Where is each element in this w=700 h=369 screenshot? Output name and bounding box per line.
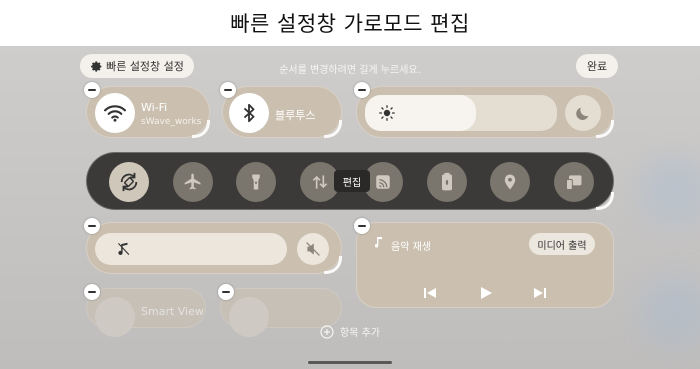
music-note-icon bbox=[375, 237, 383, 248]
device-button[interactable] bbox=[554, 162, 594, 202]
page-title: 빠른 설정창 가로모드 편집 bbox=[230, 12, 470, 36]
remove-media-button[interactable] bbox=[354, 218, 370, 234]
media-output-button[interactable]: 미디어 출력 bbox=[529, 233, 595, 255]
edge-glow bbox=[640, 276, 700, 346]
data-transfer-icon bbox=[310, 172, 330, 192]
media-tile: 음악 재생 미디어 출력 bbox=[356, 222, 614, 308]
remove-bluetooth-button[interactable] bbox=[220, 82, 236, 98]
resize-handle[interactable] bbox=[324, 256, 342, 274]
smart-view-title: Smart View bbox=[141, 305, 204, 318]
edit-tooltip: 편집 bbox=[334, 170, 370, 192]
resize-handle[interactable] bbox=[596, 120, 614, 138]
wifi-title: Wi-Fi bbox=[141, 101, 168, 114]
wifi-toggle[interactable] bbox=[95, 93, 135, 133]
resize-handle[interactable] bbox=[596, 192, 614, 210]
media-title: 음악 재생 bbox=[391, 242, 431, 253]
partial-tile[interactable] bbox=[220, 288, 342, 337]
brightness-slider[interactable] bbox=[365, 95, 557, 131]
volume-mute-icon bbox=[306, 242, 320, 256]
add-item-label: 항목 추가 bbox=[340, 328, 380, 339]
device-icon bbox=[564, 172, 584, 192]
music-muted-icon bbox=[117, 242, 130, 255]
quick-panel-edit-screen: 빠른 설정창 설정 순서를 변경하려면 길게 누르세요. 완료 Wi-Fi sW… bbox=[0, 46, 700, 369]
remove-wifi-button[interactable] bbox=[84, 82, 100, 98]
smart-view-tile[interactable]: Smart View bbox=[86, 288, 206, 337]
bluetooth-icon bbox=[243, 103, 255, 123]
page-header: 빠른 설정창 가로모드 편집 bbox=[0, 0, 700, 46]
brightness-icon bbox=[379, 105, 395, 121]
volume-slider[interactable] bbox=[95, 233, 287, 265]
flashlight-button[interactable] bbox=[236, 162, 276, 202]
play-icon[interactable] bbox=[479, 286, 493, 300]
next-track-icon[interactable] bbox=[533, 286, 547, 300]
auto-rotate-icon bbox=[118, 171, 140, 193]
bluetooth-title: 블루투스 bbox=[275, 109, 316, 122]
moon-icon bbox=[576, 107, 589, 120]
resize-handle[interactable] bbox=[192, 120, 210, 138]
battery-saver-icon bbox=[439, 172, 455, 192]
smart-view-toggle[interactable] bbox=[95, 297, 135, 337]
add-item-button[interactable]: 항목 추가 bbox=[320, 324, 380, 339]
remove-brightness-button[interactable] bbox=[354, 82, 370, 98]
home-indicator bbox=[308, 361, 392, 364]
auto-rotate-button[interactable] bbox=[109, 162, 149, 202]
resize-handle[interactable] bbox=[324, 120, 342, 138]
location-button[interactable] bbox=[490, 162, 530, 202]
airplane-icon bbox=[183, 172, 203, 192]
add-circle-icon bbox=[320, 324, 334, 339]
partial-tile-toggle[interactable] bbox=[229, 297, 269, 337]
done-button[interactable]: 완료 bbox=[576, 54, 618, 78]
cast-icon bbox=[374, 173, 392, 191]
edge-glow bbox=[640, 156, 700, 226]
bluetooth-toggle[interactable] bbox=[229, 93, 269, 133]
flashlight-icon bbox=[247, 172, 265, 192]
brightness-tile bbox=[356, 86, 614, 138]
remove-partial-tile-button[interactable] bbox=[218, 284, 234, 300]
volume-tile bbox=[86, 222, 342, 274]
wifi-icon bbox=[104, 105, 126, 122]
remove-smart-view-button[interactable] bbox=[84, 284, 100, 300]
airplane-button[interactable] bbox=[173, 162, 213, 202]
remove-volume-button[interactable] bbox=[84, 218, 100, 234]
location-icon bbox=[501, 172, 519, 192]
battery-saver-button[interactable] bbox=[427, 162, 467, 202]
previous-track-icon[interactable] bbox=[423, 286, 437, 300]
